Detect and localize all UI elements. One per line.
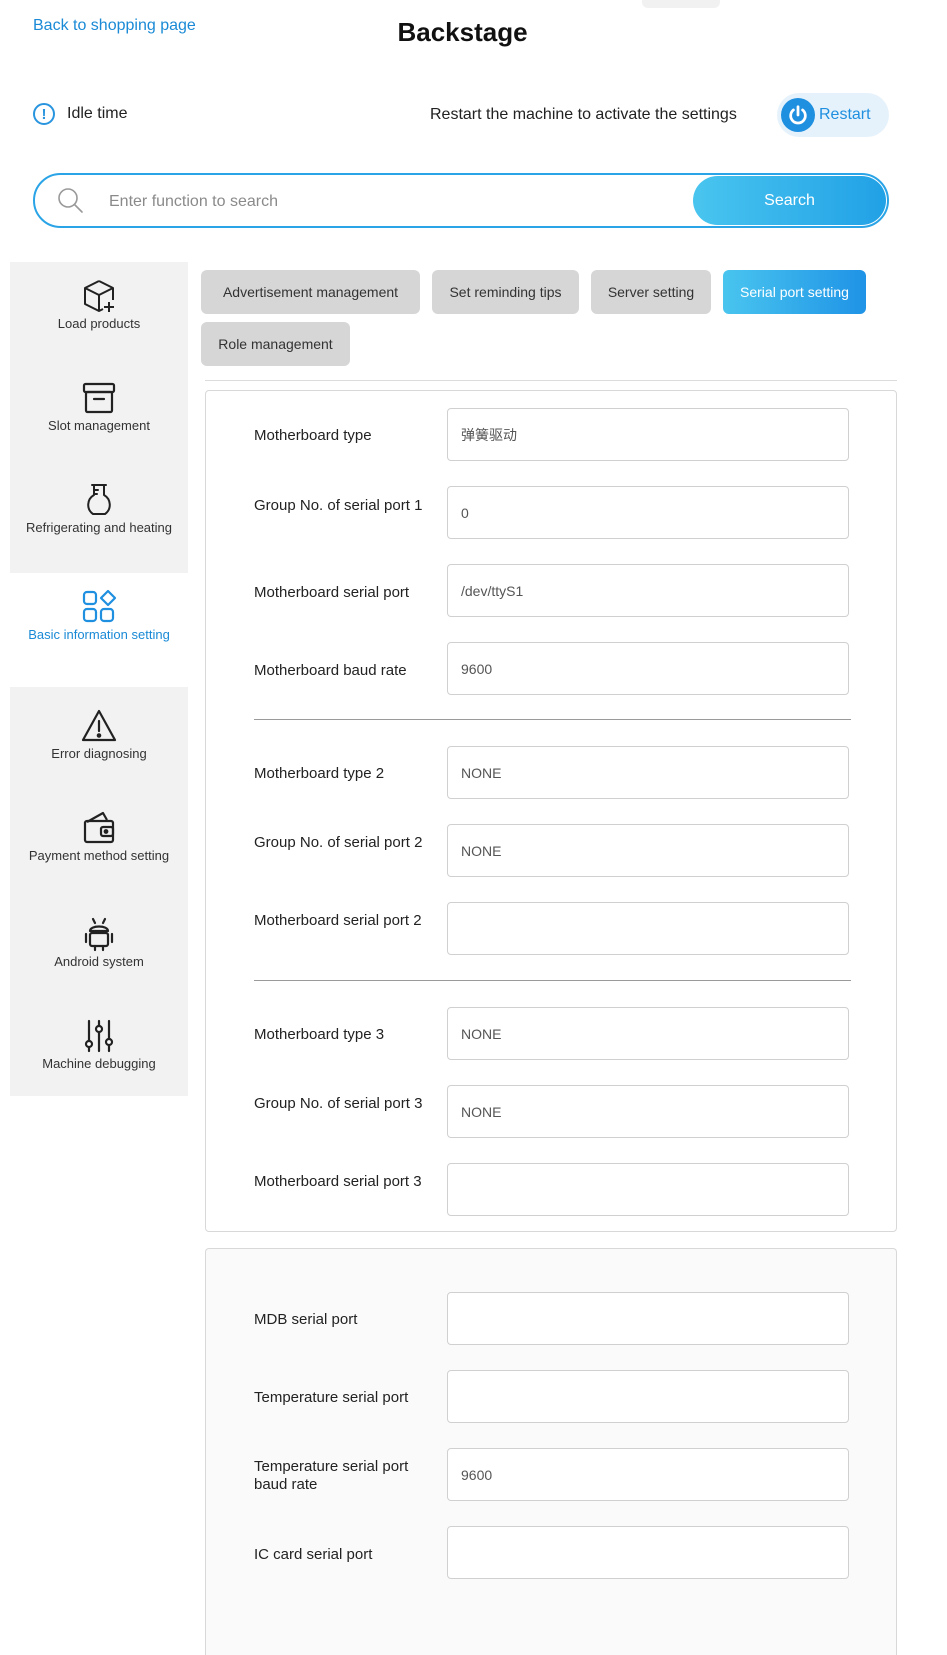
sidebar-item-label: Refrigerating and heating bbox=[26, 520, 172, 535]
mdb-serial-port-field[interactable] bbox=[447, 1292, 849, 1345]
sidebar-item-label: Load products bbox=[57, 316, 141, 331]
temperature-serial-port-field[interactable] bbox=[447, 1370, 849, 1423]
sidebar-item-label: Android system bbox=[54, 954, 144, 969]
section-divider bbox=[254, 719, 851, 720]
group-no-serial-port-3-field[interactable] bbox=[447, 1085, 849, 1138]
temperature-serial-port-label: Temperature serial port bbox=[254, 1389, 409, 1406]
sidebar-item-refrigerating-heating[interactable]: Refrigerating and heating bbox=[10, 466, 188, 568]
motherboard-type-field[interactable] bbox=[447, 408, 849, 461]
group-no-serial-port-3-label: Group No. of serial port 3 bbox=[254, 1095, 423, 1112]
power-icon bbox=[781, 98, 815, 132]
sidebar: Load products Slot management Refrigerat… bbox=[10, 262, 188, 1096]
motherboard-baud-rate-field[interactable] bbox=[447, 642, 849, 695]
android-icon bbox=[81, 916, 117, 952]
group-no-serial-port-1-field[interactable] bbox=[447, 486, 849, 539]
sidebar-item-label: Error diagnosing bbox=[51, 746, 147, 761]
sidebar-item-android-system[interactable]: Android system bbox=[10, 900, 188, 1002]
sidebar-item-slot-management[interactable]: Slot management bbox=[10, 364, 188, 466]
ic-card-serial-port-field[interactable] bbox=[447, 1526, 849, 1579]
pull-down-handle bbox=[642, 0, 720, 8]
serial-port-form: Motherboard type Group No. of serial por… bbox=[205, 390, 897, 1232]
box-plus-icon bbox=[81, 278, 117, 314]
flask-icon bbox=[81, 482, 117, 518]
temperature-baud-rate-field[interactable] bbox=[447, 1448, 849, 1501]
sidebar-item-load-products[interactable]: Load products bbox=[10, 262, 188, 364]
sidebar-item-label: Payment method setting bbox=[28, 848, 170, 863]
motherboard-serial-port-3-field[interactable] bbox=[447, 1163, 849, 1216]
restart-label: Restart bbox=[819, 106, 871, 123]
motherboard-serial-port-field[interactable] bbox=[447, 564, 849, 617]
group-no-serial-port-1-label: Group No. of serial port 1 bbox=[254, 497, 423, 514]
restart-message: Restart the machine to activate the sett… bbox=[430, 106, 737, 123]
apps-icon bbox=[81, 589, 117, 625]
motherboard-serial-port-2-field[interactable] bbox=[447, 902, 849, 955]
tab-serial-port-setting[interactable]: Serial port setting bbox=[723, 270, 866, 314]
section-divider bbox=[254, 980, 851, 981]
idle-time-indicator: ! Idle time bbox=[33, 103, 127, 125]
group-no-serial-port-2-field[interactable] bbox=[447, 824, 849, 877]
warning-icon bbox=[80, 708, 118, 744]
page-title: Backstage bbox=[397, 17, 528, 47]
sidebar-item-label: Slot management bbox=[48, 418, 150, 433]
sidebar-item-basic-information[interactable]: Basic information setting bbox=[10, 573, 188, 687]
motherboard-serial-port-3-label: Motherboard serial port 3 bbox=[254, 1173, 422, 1190]
tab-role-management[interactable]: Role management bbox=[201, 322, 350, 366]
tab-advertisement-management[interactable]: Advertisement management bbox=[201, 270, 420, 314]
motherboard-baud-rate-label: Motherboard baud rate bbox=[254, 662, 407, 679]
motherboard-type-3-label: Motherboard type 3 bbox=[254, 1026, 385, 1043]
idle-time-label: Idle time bbox=[67, 105, 128, 122]
sidebar-item-label: Basic information setting bbox=[28, 627, 170, 642]
motherboard-serial-port-label: Motherboard serial port bbox=[254, 584, 410, 601]
group-no-serial-port-2-label: Group No. of serial port 2 bbox=[254, 834, 423, 851]
search-input[interactable] bbox=[107, 175, 711, 228]
sidebar-item-label: Machine debugging bbox=[42, 1056, 156, 1071]
search-button[interactable]: Search bbox=[693, 176, 886, 225]
sidebar-item-payment-method[interactable]: Payment method setting bbox=[10, 794, 188, 896]
tab-server-setting[interactable]: Server setting bbox=[591, 270, 711, 314]
peripheral-port-form: MDB serial port Temperature serial port … bbox=[205, 1248, 897, 1655]
search-bar: Search bbox=[33, 173, 889, 228]
tabs-divider bbox=[205, 380, 897, 381]
sidebar-item-error-diagnosing[interactable]: Error diagnosing bbox=[10, 692, 188, 794]
sidebar-item-machine-debugging[interactable]: Machine debugging bbox=[10, 1002, 188, 1104]
motherboard-type-label: Motherboard type bbox=[254, 427, 372, 444]
motherboard-type-2-field[interactable] bbox=[447, 746, 849, 799]
motherboard-serial-port-2-label: Motherboard serial port 2 bbox=[254, 912, 422, 929]
motherboard-type-2-label: Motherboard type 2 bbox=[254, 765, 385, 782]
motherboard-type-3-field[interactable] bbox=[447, 1007, 849, 1060]
restart-button[interactable]: Restart bbox=[777, 93, 889, 137]
sliders-icon bbox=[81, 1018, 117, 1054]
search-icon bbox=[56, 186, 84, 219]
drawer-icon bbox=[81, 380, 117, 416]
ic-card-serial-port-label: IC card serial port bbox=[254, 1546, 373, 1563]
tab-set-reminding-tips[interactable]: Set reminding tips bbox=[432, 270, 579, 314]
wallet-icon bbox=[81, 810, 117, 846]
info-icon: ! bbox=[33, 103, 55, 125]
temperature-baud-rate-label: Temperature serial port baud rate bbox=[254, 1458, 409, 1493]
mdb-serial-port-label: MDB serial port bbox=[254, 1311, 358, 1328]
